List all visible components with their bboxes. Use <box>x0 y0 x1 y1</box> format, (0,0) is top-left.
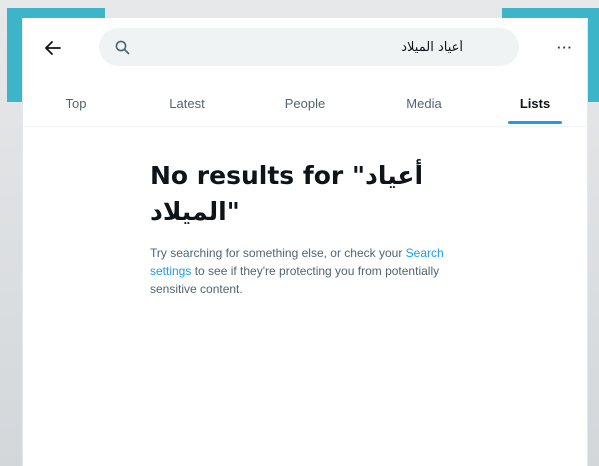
search-icon <box>113 38 131 56</box>
tab-latest[interactable]: Latest <box>129 80 245 126</box>
active-tab-indicator <box>508 121 562 124</box>
search-bar[interactable] <box>99 28 519 66</box>
more-options-button[interactable]: ··· <box>549 34 581 60</box>
tab-lists[interactable]: Lists <box>483 80 587 126</box>
tab-label: Latest <box>169 95 205 111</box>
search-tabs: Top Latest People Media Lists <box>23 80 587 127</box>
tab-label: Media <box>406 95 442 111</box>
tab-label: Lists <box>519 95 551 111</box>
tab-people[interactable]: People <box>245 80 365 126</box>
empty-state-text: to see if they're protecting you from po… <box>150 264 440 296</box>
tab-label: Top <box>65 95 87 111</box>
empty-state: No results for "أعياد الميلاد" Try searc… <box>150 158 470 298</box>
tab-media[interactable]: Media <box>365 80 483 126</box>
search-results-panel: ··· Top Latest People Media Lists No res… <box>22 18 588 466</box>
more-horizontal-icon: ··· <box>557 39 573 55</box>
tab-top[interactable]: Top <box>23 80 129 126</box>
empty-state-title: No results for "أعياد الميلاد" <box>150 161 424 226</box>
back-arrow-icon <box>45 41 61 55</box>
tab-label: People <box>284 95 326 111</box>
back-button[interactable] <box>37 32 69 64</box>
search-input[interactable] <box>143 39 463 55</box>
empty-state-message: Try searching for something else, or che… <box>150 244 462 298</box>
empty-state-text: Try searching for something else, or che… <box>150 246 406 260</box>
